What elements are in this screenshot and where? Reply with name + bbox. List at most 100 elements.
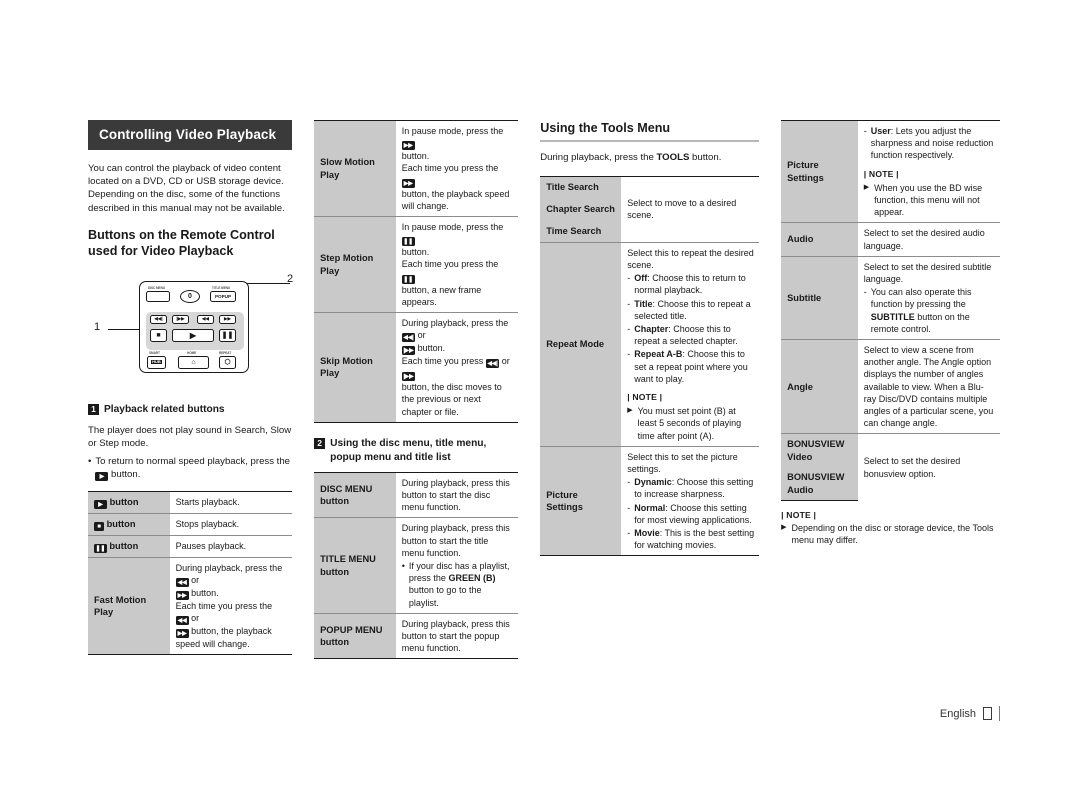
subhead-text-2: Using the disc menu, title menu, popup m… <box>330 437 487 463</box>
row-subtitle-key: Subtitle <box>781 255 858 341</box>
fm-line-2: button. <box>191 587 219 598</box>
picture-note-text: When you use the BD wise function, this … <box>874 182 983 218</box>
repeat-note-header: | NOTE | <box>627 391 663 402</box>
footer-language: English <box>939 707 976 720</box>
tools-outer-note: | NOTE | ▶ Depending on the disc or stor… <box>781 510 1000 546</box>
bullet-dot-icon: • <box>401 561 405 572</box>
row-audio-key: Audio <box>781 222 858 257</box>
home-label: HOME <box>187 350 197 355</box>
playback-bullet-post: button. <box>111 469 141 481</box>
triangle-bullet-icon: ▶ <box>627 407 633 415</box>
repeat-item-title: - Title: Choose this to repeat a selecte… <box>627 298 754 322</box>
column-4: Picture Settings - User: Lets you adjust… <box>781 119 1000 659</box>
remote-buttons-heading: Buttons on the Remote Control used for V… <box>88 227 275 258</box>
row-title-menu-key: TITLE MENU button <box>314 517 396 614</box>
disc-menu-button[interactable] <box>146 290 170 302</box>
tools-menu-table-continued: Picture Settings - User: Lets you adjust… <box>781 119 1000 502</box>
triangle-bullet-icon: ▶ <box>781 524 787 532</box>
tools-intro-pre: During playback, press the <box>540 151 654 163</box>
row-time-search-key: Time Search <box>540 220 622 243</box>
skip-forward-button[interactable]: |▶▶ <box>172 314 189 324</box>
subhead-number-1: 1 <box>88 404 99 416</box>
sm-line-3: button, the playback speed will change. <box>401 188 510 211</box>
forward-icon-2: ▶▶ <box>401 178 415 188</box>
fast-forward-button[interactable]: ▶▶ <box>219 314 236 324</box>
green-b-key: GREEN (B) <box>448 573 496 584</box>
fm-line-4: or <box>191 613 200 624</box>
table-row: ❚❚ button Pauses playback. <box>88 534 293 558</box>
skip-back-button[interactable]: ◀◀| <box>150 314 167 324</box>
table-row: Step Motion Play In pause mode, press th… <box>314 216 519 314</box>
picture-dynamic-text: Dynamic: Choose this setting to increase… <box>634 476 754 500</box>
stop-button[interactable]: ■ <box>150 328 167 342</box>
row-bonusview-desc: Select to set the desired bonusview opti… <box>857 433 1000 501</box>
repeat-ab-text: Repeat A-B: Choose this to set a repeat … <box>634 348 754 385</box>
row-title-menu-desc: During playback, press this button to st… <box>395 517 519 614</box>
row-disc-menu-desc: During playback, press this button to st… <box>395 471 519 519</box>
repeat-off-term: Off <box>634 273 648 284</box>
picture-note-header: | NOTE | <box>863 168 899 179</box>
playback-buttons-table: ▶ button Starts playback. ■ button Stops… <box>88 490 293 656</box>
repeat-note-item: ▶ You must set point (B) at least 5 seco… <box>627 405 754 442</box>
picture-item-normal: - Normal: Choose this setting for most v… <box>627 502 754 526</box>
dash-icon: - <box>863 287 867 298</box>
tools-note-text: Depending on the disc or storage device,… <box>791 523 994 546</box>
repeat-chapter-text: Chapter: Choose this to repeat a selecte… <box>634 323 754 347</box>
row-popup-menu-key: POPUP MENU button <box>314 612 396 660</box>
picture-user-text: User: Lets you adjust the sharpness and … <box>871 125 995 162</box>
popup-menu-button[interactable]: POPUP <box>210 290 236 302</box>
pause-button[interactable]: ❚❚ <box>219 328 236 342</box>
picture-normal-text: Normal: Choose this setting for most vie… <box>634 502 754 526</box>
title-menu-label: TITLE MENU <box>212 285 231 290</box>
subtitle-item: - You can also operate this function by … <box>864 286 995 335</box>
home-button[interactable]: ⌂ <box>178 355 209 369</box>
smart-hub-button-label: HUB <box>151 359 162 365</box>
repeat-title-desc: : Choose this to repeat a selected title… <box>634 298 751 321</box>
zero-button[interactable]: 0 <box>180 289 200 303</box>
row-pause-desc: Pauses playback. <box>169 534 293 558</box>
dash-icon: - <box>627 349 631 360</box>
table-row: Subtitle Select to set the desired subti… <box>781 255 1000 341</box>
picture-user-term: User <box>870 126 891 136</box>
row-slow-motion-key: Slow Motion Play <box>314 119 396 218</box>
section-banner: Controlling Video Playback <box>88 120 293 150</box>
skip-back-icon-2: ◀◀| <box>485 359 500 369</box>
play-key-icon: ▶ <box>95 472 109 482</box>
sm-line-2: Each time you press the <box>401 163 499 174</box>
title-menu-bullet: • If your disc has a playlist, press the… <box>402 560 513 609</box>
picture-item-dynamic: - Dynamic: Choose this setting to increa… <box>627 476 754 500</box>
dash-icon: - <box>627 273 631 284</box>
subtitle-intro: Select to set the desired subtitle langu… <box>863 261 992 285</box>
column-1: Controlling Video Playback You can contr… <box>88 120 293 659</box>
table-row: Skip Motion Play During playback, press … <box>314 312 519 423</box>
repeat-title-term: Title <box>634 298 653 309</box>
rewind-button[interactable]: ◀◀ <box>197 314 214 324</box>
repeat-ab-term: Repeat A-B <box>634 349 683 360</box>
fm-line-3: Each time you press the <box>175 600 273 611</box>
row-picture-settings-cont-desc: - User: Lets you adjust the sharpness an… <box>857 119 1000 224</box>
picture-dynamic-term: Dynamic <box>634 477 672 488</box>
column-2: Slow Motion Play In pause mode, press th… <box>314 119 519 660</box>
tools-menu-table: Title Search Select to move to a desired… <box>540 175 760 557</box>
remote-body: DISC MENU 0 TITLE MENU POPUP ◀◀| |▶▶ ◀◀ … <box>139 280 249 373</box>
skm-line-3: Each time you press <box>401 356 484 367</box>
tools-intro-post: button. <box>692 151 722 163</box>
pause-icon: ❚❚ <box>401 237 415 247</box>
intro-paragraph: You can control the playback of video co… <box>88 163 285 214</box>
smart-hub-button[interactable]: HUB <box>147 355 166 369</box>
fm-line-0: During playback, press the <box>175 562 283 573</box>
row-disc-menu-key: DISC MENU button <box>314 471 396 519</box>
skip-back-icon: ◀◀| <box>401 333 416 343</box>
repeat-button[interactable]: ⬡ <box>219 355 236 369</box>
repeat-off-text: Off: Choose this to return to normal pla… <box>634 272 754 296</box>
motion-play-table: Slow Motion Play In pause mode, press th… <box>314 119 519 423</box>
sm-line-1: button. <box>401 151 430 162</box>
dash-icon: - <box>863 126 867 136</box>
play-button[interactable]: ▶ <box>172 328 214 342</box>
repeat-chapter-term: Chapter <box>634 323 669 334</box>
playback-buttons-subheading: 1 Playback related buttons <box>88 403 292 417</box>
row-picture-settings-cont-key: Picture Settings <box>781 119 858 224</box>
picture-movie-term: Movie <box>634 527 660 538</box>
row-step-motion-desc: In pause mode, press the ❚❚ button. Each… <box>395 216 519 314</box>
table-row: Slow Motion Play In pause mode, press th… <box>314 119 519 218</box>
